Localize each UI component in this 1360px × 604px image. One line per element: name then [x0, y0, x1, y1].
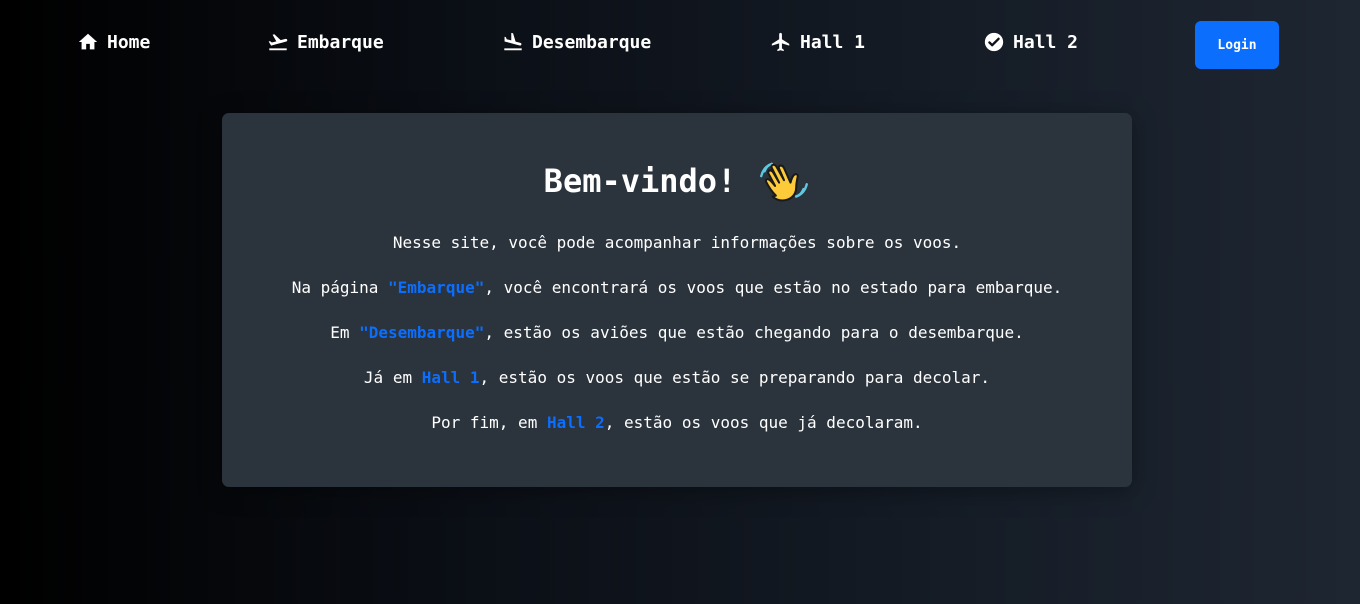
home-icon: [77, 31, 99, 53]
hall1-inline-link[interactable]: Hall 1: [422, 368, 480, 387]
hall2-inline-link[interactable]: Hall 2: [547, 413, 605, 432]
waving-hand-icon: [758, 155, 810, 207]
hall2-line-prefix: Por fim, em: [431, 413, 547, 432]
hall1-line-suffix: , estão os voos que estão se preparando …: [479, 368, 991, 387]
embarque-line: Na página "Embarque", você encontrará os…: [222, 276, 1132, 321]
intro-line: Nesse site, você pode acompanhar informa…: [222, 231, 1132, 276]
welcome-heading: Bem-vindo!: [222, 155, 1132, 207]
desembarque-line-prefix: Em: [330, 323, 360, 342]
airplane-departure-icon: [267, 31, 289, 53]
hall2-line-suffix: , estão os voos que já decolaram.: [604, 413, 923, 432]
intro-text: Nesse site, você pode acompanhar informa…: [392, 233, 962, 252]
nav-embarque-label: Embarque: [297, 31, 384, 53]
hall1-line: Já em Hall 1, estão os voos que estão se…: [222, 366, 1132, 411]
check-circle-icon: [983, 31, 1005, 53]
nav-home-label: Home: [107, 31, 151, 53]
login-button[interactable]: Login: [1195, 21, 1279, 69]
embarque-line-suffix: , você encontrará os voos que estão no e…: [484, 278, 1063, 297]
nav-hall2-link[interactable]: Hall 2: [983, 28, 1078, 56]
airplane-icon: [770, 31, 792, 53]
nav-desembarque-label: Desembarque: [532, 31, 652, 53]
desembarque-inline-link[interactable]: "Desembarque": [359, 323, 484, 342]
top-navigation: Home Embarque Desembarque Hall 1 Hall 2 …: [0, 0, 1360, 90]
desembarque-line: Em "Desembarque", estão os aviões que es…: [222, 321, 1132, 366]
nav-hall1-link[interactable]: Hall 1: [770, 28, 865, 56]
welcome-card: Bem-vindo! Nesse site, você pode acompan…: [222, 113, 1132, 487]
desembarque-line-suffix: , estão os aviões que estão chegando par…: [484, 323, 1024, 342]
welcome-title: Bem-vindo!: [543, 162, 737, 200]
nav-desembarque-link[interactable]: Desembarque: [502, 28, 651, 56]
airplane-arrival-icon: [502, 31, 524, 53]
embarque-line-prefix: Na página: [291, 278, 389, 297]
embarque-inline-link[interactable]: "Embarque": [388, 278, 484, 297]
hall2-line: Por fim, em Hall 2, estão os voos que já…: [222, 411, 1132, 456]
hall1-line-prefix: Já em: [363, 368, 422, 387]
nav-hall1-label: Hall 1: [800, 31, 866, 53]
nav-embarque-link[interactable]: Embarque: [267, 28, 384, 56]
nav-home-link[interactable]: Home: [77, 28, 150, 56]
welcome-text: Nesse site, você pode acompanhar informa…: [222, 231, 1132, 456]
nav-hall2-label: Hall 2: [1013, 31, 1079, 53]
